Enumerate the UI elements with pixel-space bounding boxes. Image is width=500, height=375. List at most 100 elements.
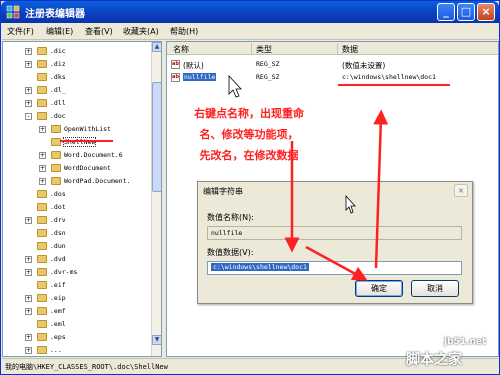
tree-item[interactable]: - .doc — [3, 110, 153, 123]
column-divider[interactable] — [337, 43, 338, 54]
tree-item[interactable]: + .drv — [3, 214, 153, 227]
expand-icon[interactable]: + — [39, 152, 46, 159]
tree-item[interactable]: + .dic — [3, 45, 153, 58]
tree-item[interactable]: .dsn — [3, 227, 153, 240]
tree-item[interactable]: + WordDocument — [3, 162, 153, 175]
dialog-title-bar[interactable]: 编辑字符串 × — [198, 182, 472, 199]
folder-icon — [37, 86, 47, 94]
tree-item[interactable]: .dos — [3, 188, 153, 201]
tree-item[interactable]: + .emf — [3, 305, 153, 318]
folder-icon — [37, 346, 47, 354]
tree-item-label: .dks — [50, 73, 66, 81]
ok-button[interactable]: 确定 — [355, 280, 403, 297]
expand-icon[interactable]: + — [25, 256, 32, 263]
expand-icon[interactable]: + — [25, 347, 32, 354]
expand-icon[interactable]: + — [39, 178, 46, 185]
dialog-close-button[interactable]: × — [454, 184, 468, 197]
registry-key-tree[interactable]: ▲ ▼ + .dic + .diz .dks + .dl_ + .dll - .doc + OpenWi… — [2, 41, 162, 357]
tree-item[interactable]: + .dvd — [3, 253, 153, 266]
expand-icon[interactable]: + — [25, 217, 32, 224]
value-data-input[interactable]: c:\windows\shellnew\doc1 — [207, 261, 462, 275]
status-path: 我的电脑\HKEY_CLASSES_ROOT\.doc\ShellNew — [5, 363, 168, 371]
tree-item-label: .doc — [50, 112, 66, 120]
annotation-line: 先改名，在修改数据 — [199, 149, 299, 162]
expand-icon[interactable]: + — [39, 126, 46, 133]
tree-item[interactable]: ShellNew — [3, 136, 153, 149]
collapse-icon[interactable]: - — [25, 113, 32, 120]
list-header: 名称 类型 数据 — [167, 42, 498, 55]
tree-item-label: Word.Document.6 — [64, 151, 123, 159]
menu-help[interactable]: 帮助(H) — [170, 26, 198, 37]
folder-icon — [37, 216, 47, 224]
close-button[interactable]: × — [477, 3, 495, 21]
scroll-up-arrow[interactable]: ▲ — [152, 42, 161, 52]
scroll-thumb[interactable] — [152, 82, 161, 192]
value-name-label: 数值名称(N): — [207, 213, 254, 222]
menu-file[interactable]: 文件(F) — [7, 26, 34, 37]
tree-item[interactable]: .dks — [3, 71, 153, 84]
value-row[interactable]: ab (默认) REG_SZ (数值未设置) — [167, 59, 498, 71]
title-bar[interactable]: 注册表编辑器 _ □ × — [1, 1, 499, 23]
tree-item[interactable]: + WordPad.Document. — [3, 175, 153, 188]
folder-icon — [37, 281, 47, 289]
expand-icon[interactable]: + — [25, 269, 32, 276]
folder-icon — [51, 177, 61, 185]
minimize-button[interactable]: _ — [437, 3, 455, 21]
folder-icon — [37, 255, 47, 263]
expand-icon[interactable]: + — [25, 61, 32, 68]
expand-icon[interactable]: + — [25, 334, 32, 341]
expand-icon[interactable]: + — [25, 87, 32, 94]
column-type-header[interactable]: 类型 — [256, 44, 272, 55]
expand-icon[interactable]: + — [25, 100, 32, 107]
value-row[interactable]: ab nullfile REG_SZ c:\windows\shellnew\d… — [167, 72, 498, 84]
tree-item[interactable]: .eif — [3, 279, 153, 292]
tree-item-label: .eps — [50, 333, 66, 341]
tree-item[interactable]: .dun — [3, 240, 153, 253]
folder-icon — [51, 164, 61, 172]
tree-item[interactable]: + Word.Document.6 — [3, 149, 153, 162]
tree-item[interactable]: + .dl_ — [3, 84, 153, 97]
value-data: c:\windows\shellnew\doc1 — [342, 73, 436, 81]
folder-icon — [37, 268, 47, 276]
tree-item[interactable]: + OpenWithList — [3, 123, 153, 136]
tree-item-label: .diz — [50, 60, 66, 68]
tree-item-label: .emf — [50, 307, 66, 315]
string-value-icon: ab — [171, 60, 180, 69]
column-divider[interactable] — [251, 43, 252, 54]
tree-item[interactable]: + .diz — [3, 58, 153, 71]
cancel-button[interactable]: 取消 — [411, 280, 459, 297]
window-title: 注册表编辑器 — [25, 9, 85, 20]
column-data-header[interactable]: 数据 — [342, 44, 358, 55]
folder-icon — [37, 229, 47, 237]
expand-icon[interactable]: + — [25, 295, 32, 302]
value-type: REG_SZ — [256, 60, 280, 68]
expand-icon[interactable]: + — [39, 165, 46, 172]
tree-item-label: .dvr-ms — [50, 268, 78, 276]
menu-view[interactable]: 查看(V) — [85, 26, 113, 37]
tree-item[interactable]: .eml — [3, 318, 153, 331]
tree-item[interactable]: + .dvr-ms — [3, 266, 153, 279]
instruction-annotation: 右键点名称，出现重命 名、修改等功能项， 先改名，在修改数据 — [178, 103, 320, 166]
column-name-header[interactable]: 名称 — [173, 44, 189, 55]
expand-icon[interactable]: + — [25, 308, 32, 315]
tree-item[interactable]: + .eps — [3, 331, 153, 344]
watermark-name: 脚本之家 — [406, 352, 462, 368]
tree-item-label: .eif — [50, 281, 66, 289]
maximize-button[interactable]: □ — [457, 3, 475, 21]
folder-icon — [51, 125, 61, 133]
menu-favorites[interactable]: 收藏夹(A) — [123, 26, 159, 37]
tree-item[interactable]: .dot — [3, 201, 153, 214]
tree-item-label: .dos — [50, 190, 66, 198]
scroll-down-arrow[interactable]: ▼ — [152, 335, 161, 345]
tree-item[interactable]: +... — [3, 344, 153, 356]
folder-icon — [37, 242, 47, 250]
tree-item[interactable]: + .dll — [3, 97, 153, 110]
tree-item[interactable]: + .eip — [3, 292, 153, 305]
tree-item-label: .dic — [50, 47, 66, 55]
menu-edit[interactable]: 编辑(E) — [46, 26, 73, 37]
folder-icon — [37, 320, 47, 328]
tree-item-label: .dsn — [50, 229, 66, 237]
expand-icon[interactable]: + — [25, 48, 32, 55]
tree-item-label: ... — [50, 346, 62, 354]
tree-item-label: .drv — [50, 216, 66, 224]
